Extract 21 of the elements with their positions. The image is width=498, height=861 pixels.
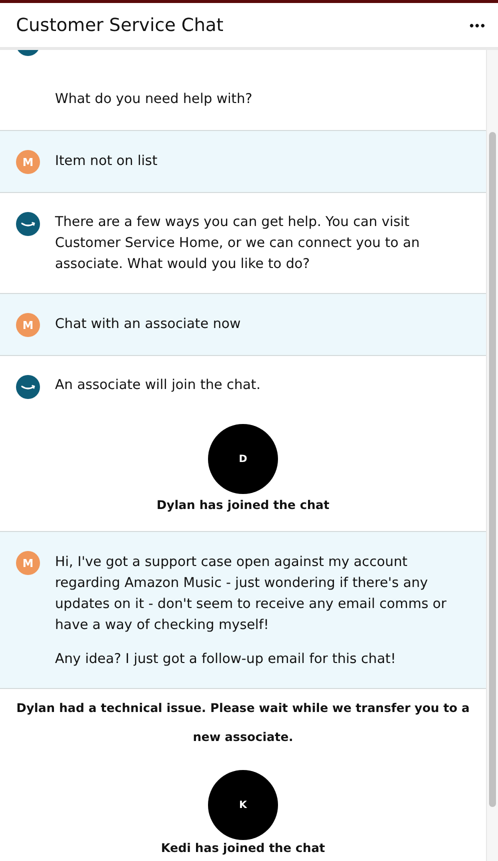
user-avatar: M — [16, 551, 40, 575]
join-notice: Dylan has joined the chat — [156, 498, 330, 513]
associate-avatar: D — [208, 424, 278, 494]
message-text: Item not on list — [55, 152, 158, 171]
message-text: Hi, I've got a support case open against my account regarding Amazon Music - just wondering if there's any updates on it - don't seem to receive any email comms or have a way of checking myself! — [55, 553, 448, 635]
window-title: Customer Service Chat — [16, 14, 224, 36]
scrollbar-thumb[interactable] — [489, 132, 496, 807]
bot-avatar-icon — [16, 212, 40, 236]
system-notice: Dylan had a technical issue. Please wait while we transfer you to a new associate. — [16, 701, 470, 744]
scrollbar[interactable] — [486, 50, 498, 861]
bot-avatar-icon — [16, 375, 40, 399]
user-avatar: M — [16, 150, 40, 174]
user-avatar: M — [16, 313, 40, 337]
join-notice: Kedi has joined the chat — [160, 841, 326, 856]
message-text: There are a few ways you can get help. You can visit Customer Service Home, or we can connect you to an associate. What would you like to do? — [55, 213, 421, 274]
message-text: An associate will join the chat. — [55, 376, 260, 395]
more-options-button[interactable]: ••• — [465, 14, 490, 36]
message-text: Chat with an associate now — [55, 315, 241, 334]
message-text: Any idea? I just got a follow-up email for this chat! — [55, 650, 397, 669]
associate-avatar: K — [208, 770, 278, 840]
message-text: What do you need help with? — [55, 90, 252, 109]
